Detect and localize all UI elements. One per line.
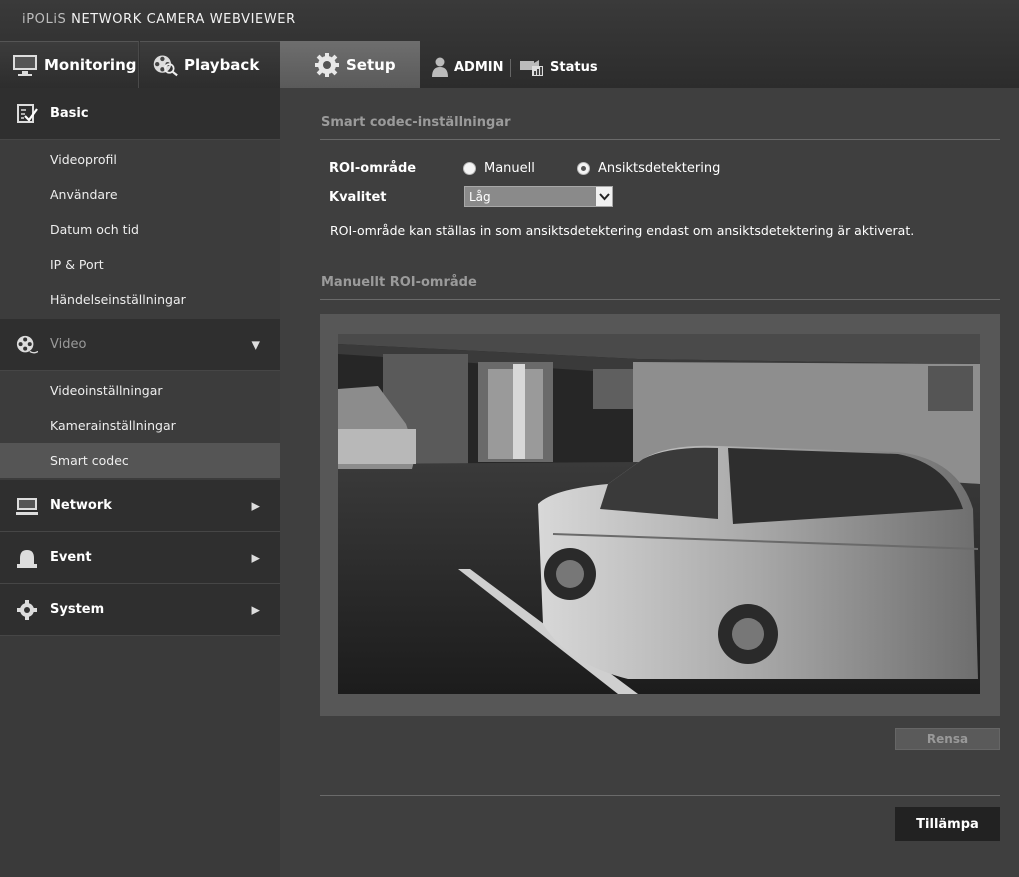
tab-label: Playback	[184, 56, 260, 74]
chevron-right-icon: ▶	[251, 499, 260, 512]
brand-title: iPOLiS NETWORK CAMERA WEBVIEWER	[22, 12, 296, 27]
gear-icon	[314, 52, 340, 78]
sidebar-group-network[interactable]: Network ▶	[0, 480, 280, 532]
tab-playback[interactable]: Playback	[140, 41, 280, 88]
manual-roi-title: Manuellt ROI-område	[321, 275, 477, 290]
divider	[320, 795, 1000, 796]
sidebar-group-basic[interactable]: Basic	[0, 88, 280, 140]
sidebar-group-label: Video	[50, 337, 87, 352]
user-label: ADMIN	[454, 59, 504, 75]
user-menu[interactable]: ADMIN	[432, 57, 504, 77]
quality-label: Kvalitet	[329, 190, 387, 205]
roi-face-detection-radio[interactable]: Ansiktsdetektering	[577, 161, 720, 176]
sidebar-group-event[interactable]: Event ▶	[0, 532, 280, 584]
radio-button[interactable]	[463, 162, 476, 175]
film-reel-icon	[16, 334, 38, 356]
siren-icon	[16, 547, 38, 569]
roi-video-frame	[320, 314, 1000, 716]
divider	[320, 139, 1000, 140]
sidebar-group-label: System	[50, 602, 105, 617]
section-title: Smart codec-inställningar	[321, 115, 511, 130]
camera-video-feed[interactable]	[338, 334, 980, 694]
radio-button[interactable]	[577, 162, 590, 175]
chevron-right-icon: ▶	[251, 603, 260, 616]
brand-prefix: iPOLiS	[22, 12, 67, 27]
video-submenu: Videoinställningar Kamerainställningar S…	[0, 371, 280, 480]
sidebar-group-system[interactable]: System ▶	[0, 584, 280, 636]
sidebar-group-label: Network	[50, 498, 112, 513]
apply-button[interactable]: Tillämpa	[895, 807, 1000, 841]
sidebar-item-anvandare[interactable]: Användare	[0, 177, 280, 212]
tab-monitoring[interactable]: Monitoring	[0, 41, 139, 88]
user-icon	[432, 57, 448, 77]
tab-label: Setup	[346, 55, 396, 74]
film-reel-search-icon	[152, 52, 178, 78]
sidebar-group-label: Basic	[50, 106, 89, 121]
quality-select[interactable]: Låg	[464, 186, 613, 207]
brand-text: NETWORK CAMERA WEBVIEWER	[71, 12, 296, 27]
radio-label: Ansiktsdetektering	[598, 161, 721, 176]
sidebar-group-label: Event	[50, 550, 92, 565]
roi-manual-radio[interactable]: Manuell	[463, 161, 535, 176]
app-root: iPOLiS NETWORK CAMERA WEBVIEWER Monitori…	[0, 0, 1019, 877]
tab-label: Monitoring	[44, 56, 137, 74]
divider	[510, 59, 511, 77]
gear-icon	[16, 599, 38, 621]
sidebar-item-datum-och-tid[interactable]: Datum och tid	[0, 212, 280, 247]
sidebar: Basic Videoprofil Användare Datum och ti…	[0, 88, 280, 877]
sidebar-item-videoprofil[interactable]: Videoprofil	[0, 142, 280, 177]
quality-value: Låg	[469, 189, 491, 204]
sidebar-item-kamerainstallningar[interactable]: Kamerainställningar	[0, 408, 280, 443]
computer-icon	[16, 495, 38, 517]
basic-submenu: Videoprofil Användare Datum och tid IP &…	[0, 140, 280, 319]
info-text: ROI-område kan ställas in som ansiktsdet…	[330, 223, 915, 238]
chevron-right-icon: ▶	[251, 551, 260, 564]
camera-image	[338, 334, 980, 694]
sidebar-item-videoinstallningar[interactable]: Videoinställningar	[0, 373, 280, 408]
chevron-down-icon: ▼	[251, 338, 260, 351]
monitor-icon	[12, 52, 38, 78]
radio-label: Manuell	[484, 161, 535, 176]
status-link[interactable]: Status	[520, 57, 598, 77]
checklist-icon	[16, 103, 38, 125]
header: iPOLiS NETWORK CAMERA WEBVIEWER Monitori…	[0, 0, 1019, 88]
roi-label: ROI-område	[329, 161, 417, 176]
chevron-down-icon[interactable]	[595, 187, 612, 206]
clear-button[interactable]: Rensa	[895, 728, 1000, 750]
sidebar-item-handelseinstallningar[interactable]: Händelseinställningar	[0, 282, 280, 317]
sidebar-group-video[interactable]: Video ▼	[0, 319, 280, 371]
main-content: Smart codec-inställningar ROI-område Man…	[280, 88, 1019, 877]
status-label: Status	[550, 59, 598, 75]
sidebar-item-ip-port[interactable]: IP & Port	[0, 247, 280, 282]
tab-setup[interactable]: Setup	[280, 41, 420, 88]
sidebar-item-smart-codec[interactable]: Smart codec	[0, 443, 280, 478]
camera-status-icon	[520, 57, 544, 77]
divider	[320, 299, 1000, 300]
